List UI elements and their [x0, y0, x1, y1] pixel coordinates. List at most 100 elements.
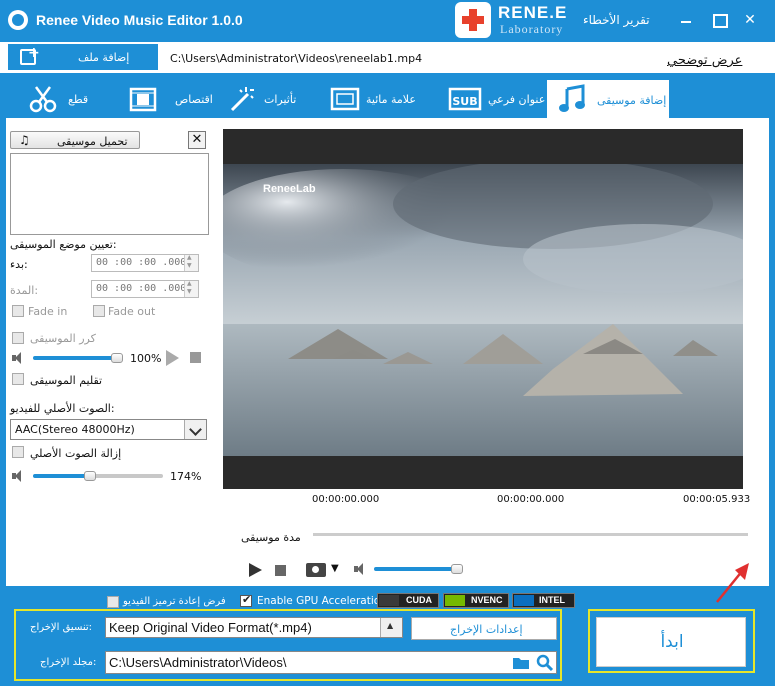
svg-text:SUB: SUB [452, 95, 477, 108]
add-file-label: إضافة ملف [78, 51, 130, 64]
original-volume-knob[interactable] [84, 471, 96, 481]
original-volume-icon [12, 470, 26, 482]
output-settings-label: إعدادات الإخراج [450, 623, 523, 636]
start-time-spinner[interactable] [184, 254, 198, 271]
tab-add-music[interactable]: إضافة موسيقى [547, 80, 669, 118]
music-note-small-icon: ♫ [19, 133, 30, 147]
search-icon[interactable] [536, 654, 554, 672]
player-volume-slider[interactable] [374, 567, 458, 571]
folder-icon[interactable] [512, 656, 530, 670]
output-folder-value: C:\Users\Administrator\Videos\ [109, 655, 287, 670]
start-button[interactable]: ابدأ [596, 617, 746, 667]
tab-watermark[interactable]: علامة مائية [326, 80, 426, 118]
music-stop-icon[interactable] [190, 352, 201, 363]
play-icon[interactable] [249, 563, 262, 577]
music-duration-label: مدة موسيقى [241, 531, 301, 544]
original-volume-slider-fill[interactable] [33, 474, 89, 478]
tab-effects[interactable]: تأثيرات [222, 80, 302, 118]
brand-name: RENE.E [498, 3, 568, 22]
crop-icon [129, 87, 157, 112]
output-format-label: تنسيق الإخراج: [30, 622, 93, 633]
tab-add-music-label: إضافة موسيقى [597, 94, 667, 107]
magic-wand-icon [230, 87, 254, 112]
trim-music-label: تقليم الموسيقى [30, 374, 103, 387]
music-volume-value: 100% [130, 352, 162, 365]
file-path: C:\Users\Administrator\Videos\reneelab1.… [170, 52, 423, 65]
brand-logo-icon [455, 2, 491, 38]
cuda-logo-icon [379, 595, 399, 606]
music-play-icon[interactable] [166, 350, 179, 366]
load-music-label: تحميل موسيقى [57, 135, 128, 148]
scissors-icon [29, 86, 57, 113]
add-file-button[interactable]: إضافة ملف [8, 44, 158, 70]
start-time-label: بدء: [10, 258, 28, 271]
music-volume-slider[interactable] [33, 356, 119, 360]
nvenc-badge: NVENC [443, 593, 509, 608]
tab-watermark-label: علامة مائية [366, 93, 416, 106]
error-report-link[interactable]: تقرير الأخطاء [583, 13, 650, 27]
player-volume-knob[interactable] [451, 564, 463, 574]
music-duration-track[interactable] [313, 533, 748, 536]
video-watermark: ReneeLab [263, 183, 316, 195]
tab-crop[interactable]: اقتصاص [122, 80, 213, 118]
duration-label: المدة: [10, 284, 39, 297]
time-current: 00:00:00.000 [497, 494, 565, 505]
set-position-label: تعيين موضع الموسيقى: [10, 238, 117, 251]
remove-original-audio-label: إزالة الصوت الأصلي [30, 447, 122, 460]
app-title: Renee Video Music Editor 1.0.0 [36, 12, 243, 28]
tab-subtitle[interactable]: SUB عنوان فرعي [446, 80, 546, 118]
start-time-value: 00 :00 :00 .000 [96, 257, 187, 268]
trim-music-checkbox[interactable] [12, 373, 24, 385]
gpu-acceleration-checkbox[interactable] [240, 593, 252, 607]
subtitle-icon: SUB [448, 87, 482, 111]
nvidia-logo-icon [445, 595, 465, 606]
remove-original-audio-checkbox[interactable] [12, 446, 24, 458]
chevron-down-icon[interactable] [184, 420, 206, 439]
repeat-music-checkbox[interactable] [12, 332, 24, 344]
repeat-music-label: كرر الموسيقى [30, 332, 96, 345]
tab-cut[interactable]: قطع [22, 80, 100, 118]
music-note-icon [559, 84, 585, 112]
original-volume-slider[interactable] [89, 474, 163, 478]
fade-in-label: Fade in [28, 305, 68, 318]
gpu-acceleration-label: Enable GPU Acceleration [257, 595, 387, 607]
tab-effects-label: تأثيرات [264, 93, 297, 106]
minimize-button[interactable] [677, 12, 695, 28]
app-logo-icon [8, 10, 28, 30]
music-list[interactable] [10, 153, 209, 235]
load-music-button[interactable]: ♫ تحميل موسيقى [10, 131, 140, 149]
remove-music-button[interactable]: ✕ [188, 131, 206, 149]
time-start: 00:00:00.000 [312, 494, 380, 505]
original-volume-value: 174% [170, 470, 202, 483]
output-folder-label: مجلد الإخراج: [40, 657, 97, 668]
music-volume-icon [12, 352, 26, 364]
fade-in-checkbox[interactable] [12, 305, 24, 317]
duration-field[interactable]: 00 :00 :00 .000 [91, 280, 199, 298]
time-end: 00:00:05.933 [683, 494, 751, 505]
original-audio-label: الصوت الأصلي للفيديو: [10, 402, 115, 415]
chevron-up-icon[interactable] [380, 618, 402, 637]
maximize-button[interactable] [710, 12, 728, 28]
intel-logo-icon [514, 595, 534, 606]
original-audio-value: AAC(Stereo 48000Hz) [15, 423, 135, 436]
output-settings-button[interactable]: إعدادات الإخراج [411, 617, 557, 640]
stop-icon[interactable] [275, 565, 286, 576]
camera-dropdown-icon[interactable]: ▼ [331, 563, 339, 574]
fade-out-checkbox[interactable] [93, 305, 105, 317]
tutorial-link[interactable]: عرض توضحي [667, 53, 742, 68]
camera-icon[interactable] [306, 563, 326, 577]
cuda-badge: CUDA [377, 593, 439, 608]
force-reencode-checkbox[interactable] [107, 596, 119, 608]
force-reencode-label: فرض إعادة ترميز الفيديو [123, 596, 226, 607]
music-volume-knob[interactable] [111, 353, 123, 363]
red-pointer-arrow-icon [716, 563, 749, 603]
duration-spinner[interactable] [184, 280, 198, 297]
start-time-field[interactable]: 00 :00 :00 .000 [91, 254, 199, 272]
output-format-value: Keep Original Video Format(*.mp4) [109, 620, 312, 635]
output-folder-field[interactable]: C:\Users\Administrator\Videos\ [105, 651, 557, 674]
original-audio-select[interactable]: AAC(Stereo 48000Hz) [10, 419, 207, 440]
brand-subtitle: Laboratory [500, 22, 564, 36]
close-window-button[interactable]: ✕ [741, 12, 759, 28]
output-format-select[interactable]: Keep Original Video Format(*.mp4) [105, 617, 403, 638]
tab-cut-label: قطع [68, 93, 89, 106]
